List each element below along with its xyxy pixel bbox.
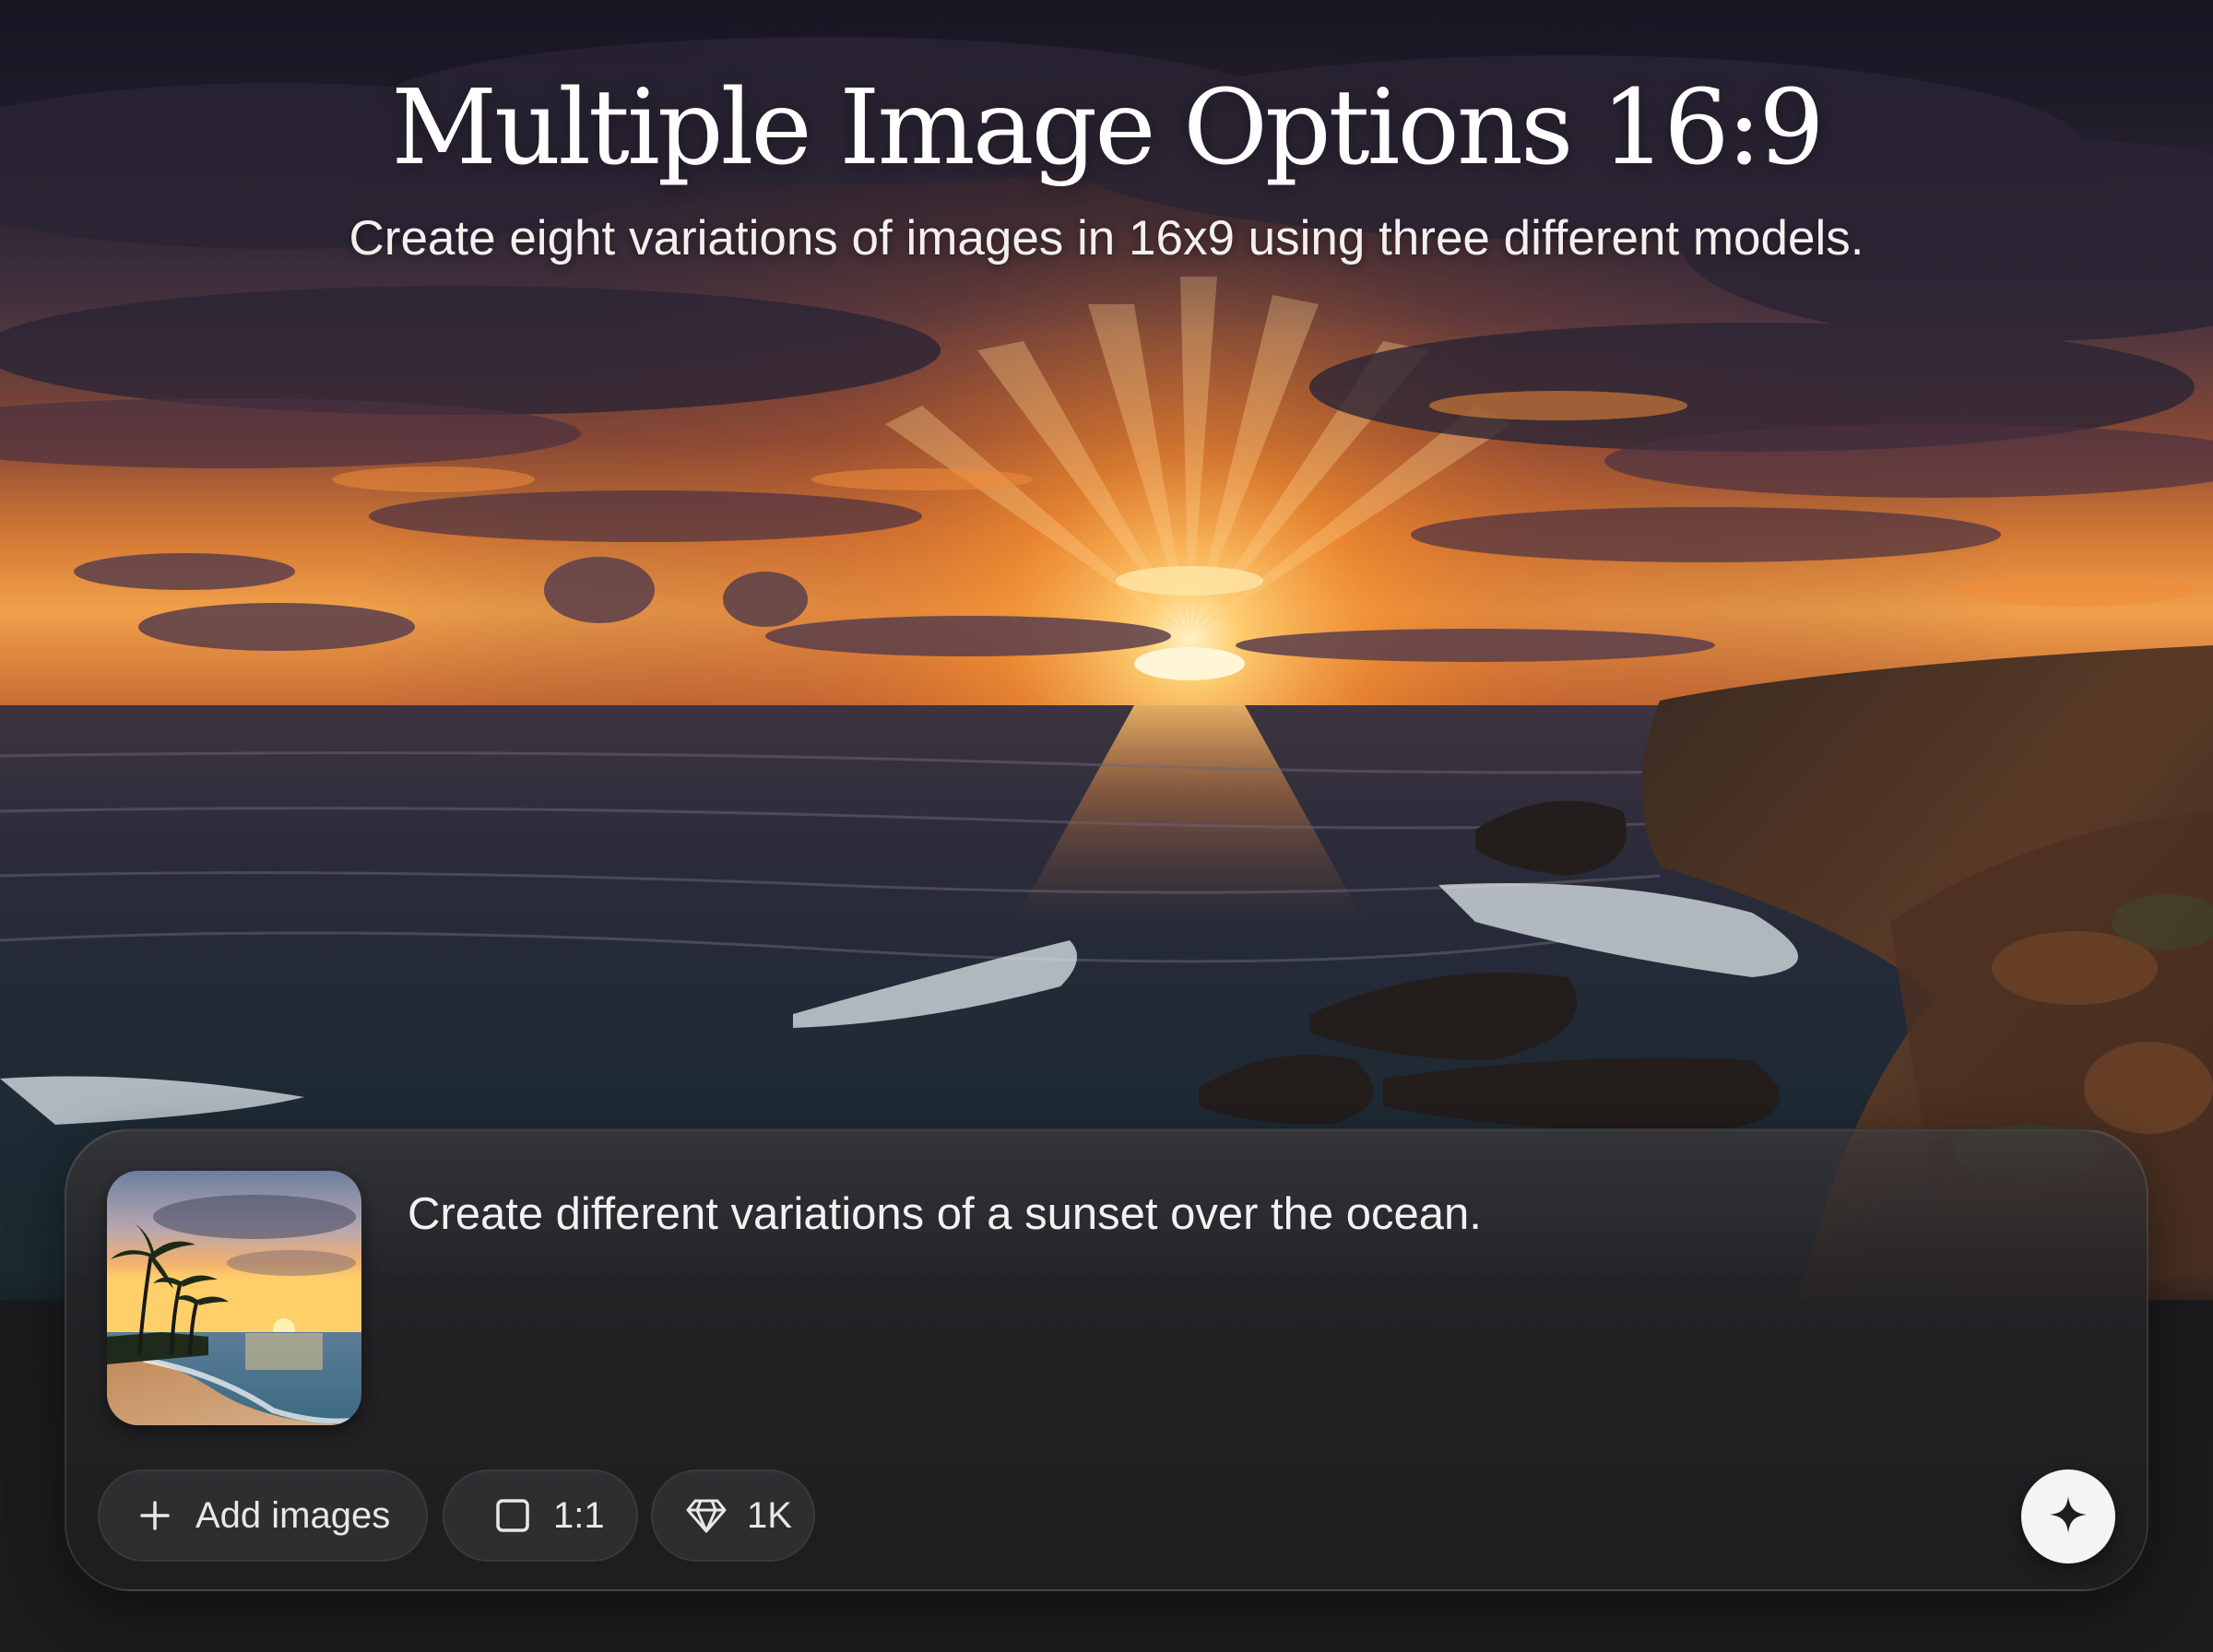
- diamond-icon: [686, 1495, 727, 1536]
- aspect-ratio-label: 1:1: [553, 1494, 605, 1536]
- page-subtitle: Create eight variations of images in 16x…: [349, 211, 1864, 266]
- page-title: Multiple Image Options 16:9: [391, 68, 1824, 188]
- add-images-button[interactable]: Add images: [98, 1469, 428, 1562]
- prompt-composer: Create different variations of a sunset …: [65, 1128, 2148, 1591]
- attached-image-thumbnail[interactable]: [107, 1171, 361, 1425]
- app-screen: Multiple Image Options 16:9 Create eight…: [0, 0, 2213, 1652]
- resolution-label: 1K: [747, 1494, 792, 1536]
- background-sunset-image: [0, 0, 2213, 1300]
- aspect-ratio-button[interactable]: 1:1: [443, 1469, 638, 1562]
- add-images-label: Add images: [195, 1494, 391, 1536]
- square-icon: [492, 1495, 533, 1536]
- sparkle-icon: [2048, 1494, 2089, 1540]
- generate-button[interactable]: [2021, 1469, 2115, 1564]
- prompt-input[interactable]: Create different variations of a sunset …: [408, 1186, 1975, 1245]
- resolution-button[interactable]: 1K: [651, 1469, 815, 1562]
- plus-icon: [135, 1495, 175, 1536]
